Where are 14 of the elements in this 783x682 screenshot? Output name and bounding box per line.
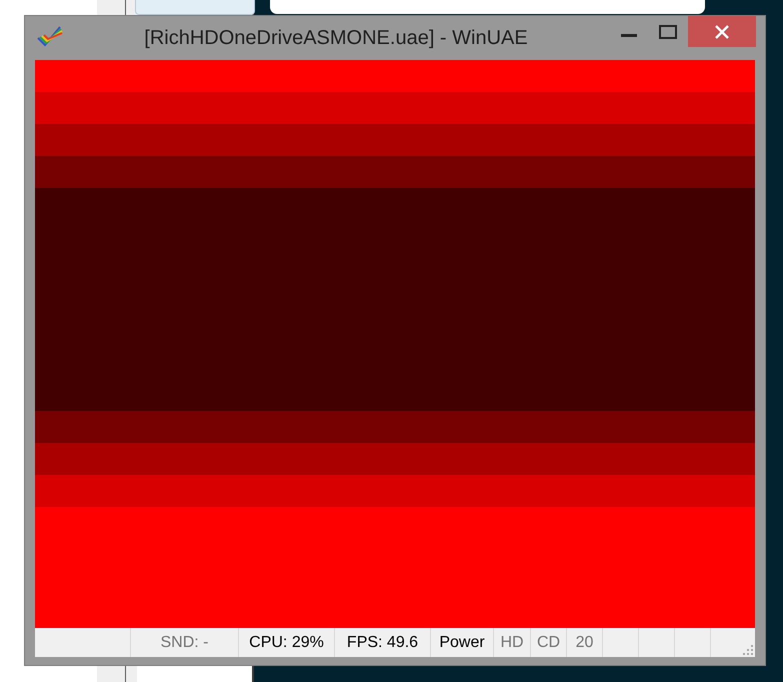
status-text: 20 xyxy=(566,628,602,657)
resize-grip-icon[interactable] xyxy=(743,645,753,655)
checkmark-icon xyxy=(37,26,63,48)
window-title: [RichHDOneDriveASMONE.uae] - WinUAE xyxy=(143,26,529,50)
status-text: Power xyxy=(430,628,493,657)
close-icon xyxy=(715,24,729,38)
maximize-icon xyxy=(658,24,676,38)
minimize-icon xyxy=(620,34,636,37)
status-text: SND: - xyxy=(130,628,238,657)
close-button[interactable] xyxy=(688,16,756,47)
status-text: CD xyxy=(530,628,566,657)
status-text: HD xyxy=(493,628,530,657)
status-text: CPU: 29% xyxy=(238,628,334,657)
status-text: FPS: 49.6 xyxy=(334,628,430,657)
